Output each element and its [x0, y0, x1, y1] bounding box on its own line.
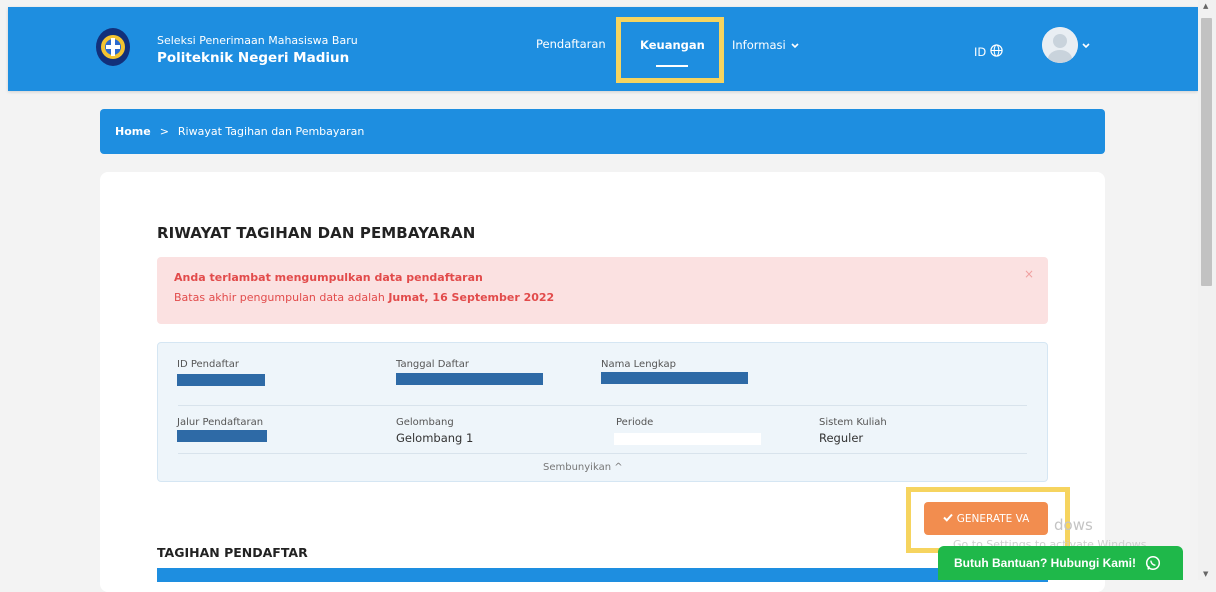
- help-contact-label: Butuh Bantuan? Hubungi Kami!: [954, 556, 1136, 570]
- globe-icon: [990, 44, 1003, 60]
- scroll-up-arrow-icon[interactable]: ▲: [1203, 2, 1208, 10]
- language-switcher[interactable]: ID: [974, 44, 1003, 60]
- generate-va-button[interactable]: GENERATE VA: [924, 502, 1048, 535]
- breadcrumb-separator: >: [159, 125, 169, 138]
- close-icon[interactable]: ×: [1024, 267, 1034, 281]
- breadcrumb-current: Riwayat Tagihan dan Pembayaran: [177, 125, 365, 138]
- user-menu-chevron-icon[interactable]: [1082, 39, 1090, 52]
- billing-section-title: TAGIHAN PENDAFTAR: [157, 545, 308, 560]
- label-nama-lengkap: Nama Lengkap: [601, 359, 676, 370]
- redacted-path-value: [177, 430, 267, 442]
- chevron-down-icon: [791, 38, 799, 52]
- nav-informasi-label: Informasi: [732, 38, 786, 52]
- label-tanggal-daftar: Tanggal Daftar: [396, 359, 470, 370]
- nav-informasi[interactable]: Informasi: [732, 38, 799, 52]
- breadcrumb: Home > Riwayat Tagihan dan Pembayaran: [100, 109, 1105, 154]
- label-gelombang: Gelombang: [396, 417, 454, 428]
- redacted-period-value: [614, 433, 761, 445]
- nav-active-indicator: [656, 65, 688, 67]
- nav-pendaftaran[interactable]: Pendaftaran: [536, 37, 606, 51]
- alert-body-text: Batas akhir pengumpulan data adalah: [174, 291, 385, 304]
- info-divider: [178, 405, 1027, 406]
- scroll-down-arrow-icon[interactable]: ▼: [1203, 570, 1208, 578]
- alert-title: Anda terlambat mengumpulkan data pendaft…: [174, 271, 483, 284]
- redacted-date-value: [396, 373, 543, 385]
- late-submission-alert: Anda terlambat mengumpulkan data pendaft…: [157, 257, 1048, 324]
- help-contact-button[interactable]: Butuh Bantuan? Hubungi Kami!: [938, 546, 1183, 580]
- label-periode: Periode: [616, 417, 654, 428]
- generate-va-label: GENERATE VA: [956, 512, 1030, 525]
- label-sistem-kuliah: Sistem Kuliah: [819, 417, 887, 428]
- scrollbar-thumb[interactable]: [1201, 18, 1212, 286]
- hide-details-link[interactable]: Sembunyikan ^: [543, 462, 623, 473]
- nav-keuangan[interactable]: Keuangan: [640, 38, 705, 52]
- redacted-id-value: [177, 374, 265, 386]
- label-id-pendaftar: ID Pendaftar: [177, 359, 239, 370]
- value-sistem-kuliah: Reguler: [819, 431, 864, 445]
- breadcrumb-home[interactable]: Home: [115, 125, 151, 138]
- language-code: ID: [974, 45, 987, 59]
- alert-body: Batas akhir pengumpulan data adalah Juma…: [174, 291, 554, 304]
- page-title: RIWAYAT TAGIHAN DAN PEMBAYARAN: [157, 224, 476, 242]
- check-icon: [942, 513, 953, 525]
- windows-watermark-title: dows: [1054, 516, 1093, 534]
- institution-logo-icon[interactable]: [96, 28, 130, 66]
- user-avatar[interactable]: [1042, 27, 1078, 63]
- top-navbar: Seleksi Penerimaan Mahasiswa Baru Polite…: [8, 7, 1198, 91]
- brand-title[interactable]: Politeknik Negeri Madiun: [157, 50, 349, 66]
- redacted-name-value: [601, 372, 748, 384]
- info-divider-bottom: [178, 453, 1027, 454]
- label-jalur-pendaftaran: Jalur Pendaftaran: [177, 417, 264, 428]
- whatsapp-icon: [1145, 555, 1161, 574]
- alert-deadline: Jumat, 16 September 2022: [388, 291, 555, 304]
- brand-subtitle: Seleksi Penerimaan Mahasiswa Baru: [157, 34, 358, 47]
- value-gelombang: Gelombang 1: [396, 431, 474, 445]
